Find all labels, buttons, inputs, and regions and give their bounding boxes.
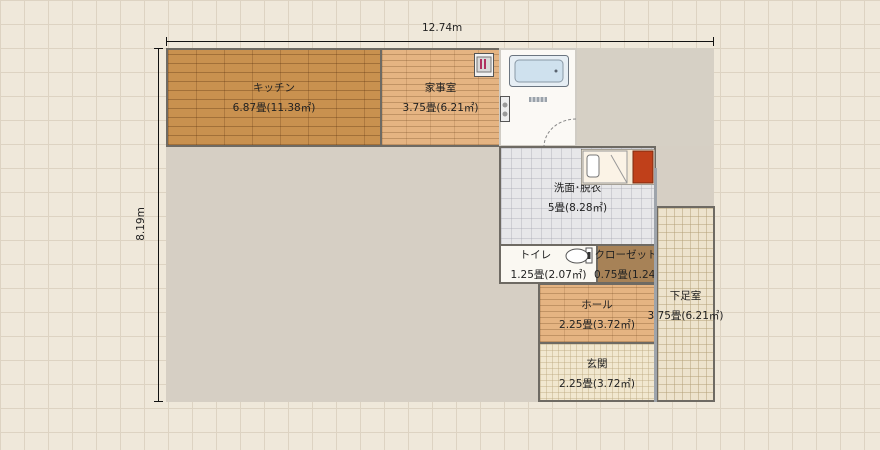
washer-icon <box>474 53 494 77</box>
partition-wall-front <box>654 168 657 402</box>
width-dimension-tick-right <box>713 37 714 46</box>
room-hall-size: 2.25畳(3.72㎡) <box>559 319 635 331</box>
room-utility-size: 3.75畳(6.21㎡) <box>402 102 479 114</box>
room-shoe-room-size: 3.75畳(6.21㎡) <box>647 310 724 322</box>
height-dimension-label: 8.19m <box>134 207 147 241</box>
room-shoe-room[interactable]: 下足室 3.75畳(6.21㎡) <box>648 206 723 402</box>
room-hall-name: ホール <box>581 299 613 311</box>
shower-icon <box>529 88 547 102</box>
room-closet-size: 0.75畳(1.24㎡) <box>594 269 670 281</box>
room-toilet-size: 1.25畳(2.07㎡) <box>510 269 587 281</box>
height-dimension-tick-top <box>154 48 163 49</box>
room-kitchen-name: キッチン <box>253 82 295 94</box>
room-kitchen[interactable]: キッチン 6.87畳(11.38㎡) <box>166 48 382 147</box>
room-hall[interactable]: ホール 2.25畳(3.72㎡) <box>538 283 656 344</box>
room-washroom-size: 5畳(8.28㎡) <box>547 202 608 214</box>
height-dimension-tick-bottom <box>154 401 163 402</box>
room-utility-name: 家事室 <box>424 82 457 94</box>
room-bathroom[interactable] <box>499 48 577 148</box>
bathtub-icon <box>509 55 569 87</box>
width-dimension-line <box>166 41 714 42</box>
room-toilet[interactable]: トイレ 1.25畳(2.07㎡) <box>499 244 598 284</box>
room-shoe-room-name: 下足室 <box>669 290 702 302</box>
room-entrance-size: 2.25畳(3.72㎡) <box>559 378 635 390</box>
toilet-icon <box>565 247 593 265</box>
room-washroom[interactable]: 洗面･脱衣 5畳(8.28㎡) <box>499 146 656 246</box>
room-utility[interactable]: 家事室 3.75畳(6.21㎡) <box>380 48 501 147</box>
width-dimension-label: 12.74m <box>422 22 463 34</box>
room-kitchen-size: 6.87畳(11.38㎡) <box>232 102 316 114</box>
width-dimension-tick-left <box>166 37 167 46</box>
height-dimension-line <box>158 48 159 402</box>
door-swing-icon <box>543 118 577 148</box>
room-closet-name: クローゼット <box>594 249 658 261</box>
room-entrance[interactable]: 玄関 2.25畳(3.72㎡) <box>538 342 656 402</box>
faucet-icon <box>500 96 510 122</box>
room-entrance-name: 玄関 <box>586 358 608 370</box>
room-closet[interactable]: クローゼット 0.75畳(1.24㎡) <box>594 244 670 284</box>
sink-icon <box>580 148 656 186</box>
